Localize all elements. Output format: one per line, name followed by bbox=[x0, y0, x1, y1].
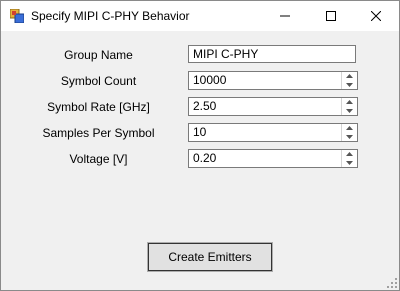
symbol-rate-label: Symbol Rate [GHz] bbox=[47, 100, 150, 114]
symbol-count-stepper[interactable]: 10000 bbox=[188, 71, 358, 90]
group-name-label: Group Name bbox=[64, 48, 133, 62]
close-icon bbox=[371, 11, 381, 21]
spin-up-button[interactable] bbox=[342, 98, 357, 106]
samples-per-symbol-value[interactable]: 10 bbox=[193, 126, 206, 139]
chevron-down-icon bbox=[346, 161, 353, 165]
spin-down-button[interactable] bbox=[342, 107, 357, 115]
symbol-rate-stepper[interactable]: 2.50 bbox=[188, 97, 358, 116]
symbol-count-value[interactable]: 10000 bbox=[193, 74, 226, 87]
samples-per-symbol-stepper[interactable]: 10 bbox=[188, 123, 358, 142]
voltage-stepper[interactable]: 0.20 bbox=[188, 149, 358, 168]
dialog-window: Specify MIPI C-PHY Behavior Group Name M… bbox=[0, 0, 400, 291]
close-button[interactable] bbox=[353, 1, 399, 31]
spin-up-button[interactable] bbox=[342, 124, 357, 132]
voltage-label: Voltage [V] bbox=[69, 152, 128, 166]
chevron-up-icon bbox=[346, 126, 353, 130]
create-emitters-button[interactable]: Create Emitters bbox=[147, 242, 273, 272]
spin-down-button[interactable] bbox=[342, 81, 357, 89]
app-icon bbox=[10, 9, 24, 23]
maximize-button[interactable] bbox=[308, 1, 354, 31]
chevron-up-icon bbox=[346, 74, 353, 78]
symbol-rate-spin-buttons bbox=[341, 98, 357, 115]
group-name-input[interactable]: MIPI C-PHY bbox=[188, 45, 356, 63]
spin-up-button[interactable] bbox=[342, 150, 357, 158]
window-title: Specify MIPI C-PHY Behavior bbox=[31, 9, 190, 23]
symbol-rate-value[interactable]: 2.50 bbox=[193, 100, 216, 113]
maximize-icon bbox=[326, 11, 336, 21]
create-emitters-label: Create Emitters bbox=[168, 250, 252, 264]
chevron-down-icon bbox=[346, 135, 353, 139]
spin-up-button[interactable] bbox=[342, 72, 357, 80]
chevron-down-icon bbox=[346, 83, 353, 87]
symbol-count-label: Symbol Count bbox=[60, 74, 137, 88]
resize-grip-icon[interactable] bbox=[387, 278, 397, 288]
spin-down-button[interactable] bbox=[342, 159, 357, 167]
samples-per-symbol-label: Samples Per Symbol bbox=[42, 126, 155, 140]
voltage-value[interactable]: 0.20 bbox=[193, 152, 216, 165]
samples-per-symbol-spin-buttons bbox=[341, 124, 357, 141]
chevron-up-icon bbox=[346, 100, 353, 104]
voltage-spin-buttons bbox=[341, 150, 357, 167]
spin-down-button[interactable] bbox=[342, 133, 357, 141]
chevron-down-icon bbox=[346, 109, 353, 113]
minimize-icon bbox=[280, 15, 290, 17]
minimize-button[interactable] bbox=[262, 1, 308, 31]
title-bar[interactable]: Specify MIPI C-PHY Behavior bbox=[1, 1, 399, 31]
symbol-count-spin-buttons bbox=[341, 72, 357, 89]
chevron-up-icon bbox=[346, 152, 353, 156]
